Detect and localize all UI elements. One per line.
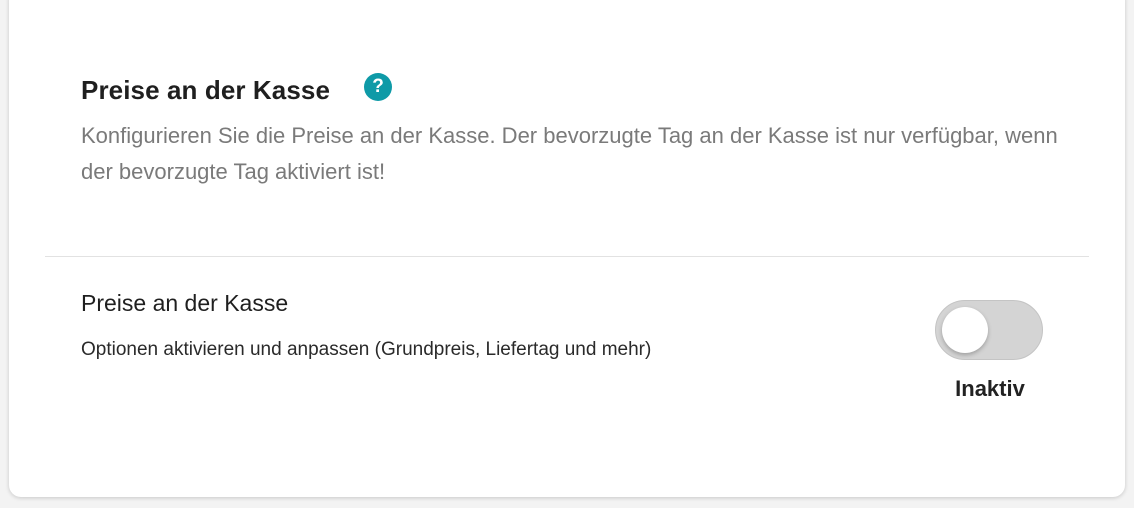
settings-card: Preise an der Kasse ? Konfigurieren Sie … (9, 0, 1125, 497)
setting-description: Optionen aktivieren und anpassen (Grundp… (81, 339, 652, 360)
divider (45, 256, 1089, 257)
setting-info: Preise an der Kasse Optionen aktivieren … (81, 290, 741, 364)
section-header: Preise an der Kasse ? Konfigurieren Sie … (81, 73, 1085, 190)
section-description: Konfigurieren Sie die Preise an der Kass… (81, 123, 1058, 184)
prices-toggle[interactable] (935, 300, 1043, 360)
section-title: Preise an der Kasse (81, 74, 331, 105)
toggle-status-label: Inaktiv (955, 376, 1025, 401)
setting-title: Preise an der Kasse (81, 290, 289, 316)
toggle-group: Inaktiv (935, 300, 1045, 402)
toggle-knob (942, 307, 988, 353)
question-circle-icon[interactable]: ? (364, 73, 393, 101)
section-title-row: Preise an der Kasse ? (81, 73, 1085, 106)
